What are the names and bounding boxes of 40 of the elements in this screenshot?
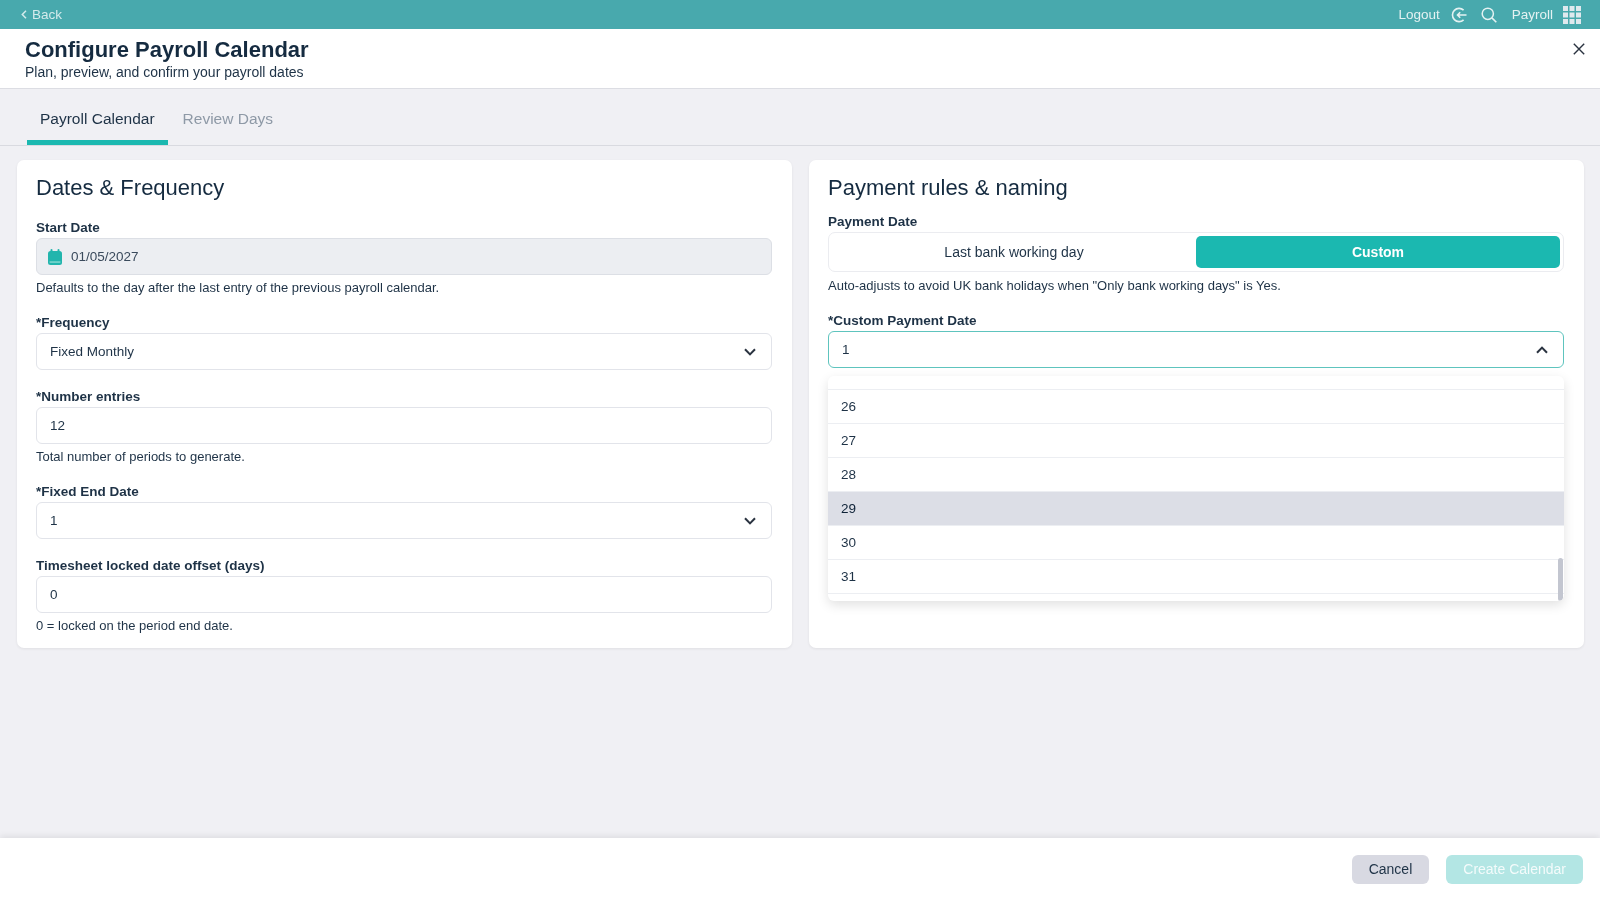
field-label: Start Date — [36, 220, 101, 236]
field-label: *Fixed End Date — [36, 484, 140, 500]
field-label: Payment Date — [828, 214, 919, 230]
field-label: *Frequency — [36, 315, 111, 331]
field-hint: Auto-adjusts to avoid UK bank holidays when "Only bank working days" is Yes. — [828, 278, 1282, 294]
chevron-down-icon — [744, 347, 756, 356]
dropdown-option[interactable]: 27 — [828, 424, 1564, 458]
text-field[interactable]: 12 — [36, 407, 772, 444]
scrollbar-thumb[interactable] — [1558, 558, 1563, 601]
dropdown-option[interactable]: 28 — [828, 458, 1564, 492]
segment-option[interactable]: Last bank working day — [832, 236, 1196, 268]
page-title: Configure Payroll Calendar — [25, 37, 309, 63]
chevron-down-icon — [744, 516, 756, 525]
field-label: *Number entries — [36, 389, 142, 405]
logout-icon[interactable] — [1450, 6, 1467, 23]
field-hint: 0 = locked on the period end date. — [36, 618, 234, 634]
dropdown-option[interactable]: 30 — [828, 526, 1564, 560]
text-field[interactable]: 0 — [36, 576, 772, 613]
select-field[interactable]: 1 — [36, 502, 772, 539]
select-field[interactable]: 1 — [828, 331, 1564, 368]
field-label: *Custom Payment Date — [828, 313, 978, 329]
field-label: Timesheet locked date offset (days) — [36, 558, 266, 574]
calendar-icon — [48, 248, 62, 265]
field-hint: Total number of periods to generate. — [36, 449, 246, 465]
dropdown-option[interactable]: 29 — [828, 492, 1564, 526]
card-title: Dates & Frequency — [36, 175, 226, 201]
chevron-left-icon — [21, 10, 27, 19]
close-icon — [1573, 43, 1585, 55]
tab[interactable]: Payroll Calendar — [27, 89, 168, 145]
field-hint: Defaults to the day after the last entry of the previous payroll calendar. — [36, 280, 441, 296]
dropdown-option[interactable]: 31 — [828, 560, 1564, 594]
card-title: Payment rules & naming — [828, 175, 1069, 201]
app-name: Payroll — [1511, 7, 1553, 22]
select-field[interactable]: Fixed Monthly — [36, 333, 772, 370]
dropdown-option[interactable]: 26 — [828, 390, 1564, 424]
page-subtitle: Plan, preview, and confirm your payroll dates — [25, 64, 305, 80]
search-icon[interactable] — [1480, 6, 1497, 23]
apps-grid-icon[interactable] — [1563, 5, 1581, 24]
chevron-up-icon — [1536, 345, 1548, 354]
cancel-button[interactable]: Cancel — [1351, 854, 1430, 884]
